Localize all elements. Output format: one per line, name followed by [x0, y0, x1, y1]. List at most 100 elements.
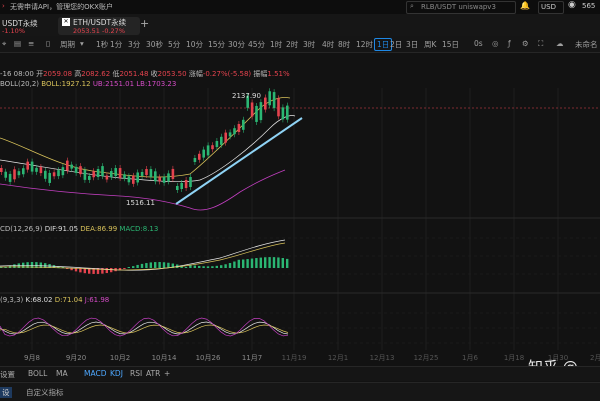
interval-3[interactable]: 30秒 [146, 39, 163, 50]
info-bar: -16 08:00 开2059.08 高2082.62 低2051.48 收20… [0, 53, 600, 79]
tab-change: -0.27% [102, 27, 125, 35]
macd-bar [132, 266, 135, 268]
indicator-item-5[interactable]: RSI [130, 369, 142, 378]
macd-bar [206, 266, 210, 268]
interval-8[interactable]: 45分 [248, 39, 265, 50]
candle-body [96, 169, 100, 178]
camera-icon[interactable]: ◎ [492, 39, 499, 48]
cloud-icon[interactable]: ☁ [556, 39, 564, 48]
candle-body [250, 102, 254, 117]
kdj-name: (9,3,3) [0, 296, 24, 304]
indicator-item-3[interactable]: MACD [84, 369, 106, 378]
interval-0[interactable]: 1秒 [96, 39, 108, 50]
candle-body [259, 102, 263, 121]
candle-body [162, 176, 166, 183]
x-axis-label: 2月1 [590, 354, 600, 362]
settings-icon[interactable]: ⚙ [522, 39, 529, 48]
fullscreen-icon[interactable]: ⛶ [538, 39, 543, 49]
tab-usdt-perp[interactable]: USDT永续 -1.10% [0, 17, 64, 35]
layout-name[interactable]: 未命名 [575, 39, 598, 50]
search-input[interactable]: RLB/USDT uniswapv3 [421, 3, 496, 11]
x-axis-label: 12月13 [369, 354, 395, 362]
currency-value: USD [541, 3, 556, 11]
candle-body [215, 141, 219, 147]
macd-bar [281, 258, 284, 268]
draw-cursor-icon[interactable]: ⌖ [2, 39, 6, 49]
close-value: 2053.50 [157, 70, 187, 78]
macd-bar [202, 266, 205, 268]
macd-bar [246, 259, 249, 268]
macd-bar [211, 266, 214, 268]
macd-bar [193, 265, 196, 268]
kdj-j-line [0, 317, 289, 337]
candle-body [48, 172, 51, 183]
add-tab-button[interactable]: + [140, 17, 149, 30]
interval-13[interactable]: 8时 [338, 39, 350, 50]
indicator-item-0[interactable]: 设置 [0, 369, 15, 380]
user-icon[interactable]: ◉ [568, 0, 576, 10]
interval-14[interactable]: 12时 [356, 39, 373, 50]
kdj-legend[interactable]: (9,3,3) K:68.02 D:71.04 J:61.98 [0, 296, 109, 304]
interval-2[interactable]: 3分 [128, 39, 140, 50]
macd-bar [140, 263, 144, 268]
candles [0, 88, 289, 193]
candle-type-icon[interactable]: ▯ [46, 39, 50, 48]
candle-body [158, 177, 161, 182]
x-axis-label: 10月2 [109, 354, 131, 362]
macd-bar [277, 257, 280, 268]
interval-16[interactable]: 2日 [390, 39, 402, 50]
interval-7[interactable]: 30分 [228, 39, 245, 50]
macd-dea: DEA:86.99 [80, 225, 118, 233]
x-axis-label: 9月20 [65, 354, 87, 362]
macd-bar [145, 263, 148, 268]
candle-body [167, 173, 170, 182]
interval-17[interactable]: 3日 [406, 39, 418, 50]
ohlc-line: -16 08:00 开2059.08 高2082.62 低2051.48 收20… [0, 69, 290, 79]
layout-icon[interactable]: ▤ [14, 39, 21, 48]
notice-icon: › [2, 2, 5, 10]
currency-select[interactable]: USD [538, 1, 564, 14]
x-axis-label: 1月6 [462, 354, 478, 362]
candle-body [149, 169, 153, 178]
top-bar: › 无需申请API，管理您的OKX账户 ⌕ RLB/USDT uniswapv3… [0, 0, 600, 14]
interval-5[interactable]: 10分 [186, 39, 203, 50]
candle-body [52, 172, 56, 177]
candle-body [140, 171, 144, 176]
search-box[interactable]: ⌕ RLB/USDT uniswapv3 [406, 1, 516, 14]
interval-19[interactable]: 15日 [442, 39, 459, 50]
menu-icon[interactable]: ≡ [28, 39, 34, 48]
tab-eth-usdt-perp[interactable]: ✕ ETH/USDT永续 2053.51 -0.27% [58, 17, 140, 35]
indicator-item-2[interactable]: MA [56, 369, 68, 378]
top-notice[interactable]: 无需申请API，管理您的OKX账户 [10, 2, 113, 12]
indicator-item-6[interactable]: ATR [146, 369, 160, 378]
boll-legend[interactable]: BOLL(20,2) BOLL:1927.12 UB:2151.01 LB:17… [0, 80, 176, 88]
dropdown-icon[interactable]: ▾ [80, 39, 84, 48]
candle-body [30, 161, 34, 172]
interval-11[interactable]: 3时 [303, 39, 315, 50]
macd-name: CD(12,26,9) [0, 225, 43, 233]
bottom-tab-settings[interactable]: 设 [0, 387, 12, 398]
interval-12[interactable]: 4时 [322, 39, 334, 50]
indicator-item-4[interactable]: KDJ [110, 369, 123, 378]
candle-body [189, 177, 192, 187]
interval-6[interactable]: 15分 [208, 39, 225, 50]
macd-bar [259, 257, 262, 268]
interval-4[interactable]: 5分 [168, 39, 180, 50]
macd-pane [0, 239, 289, 274]
candle-body [105, 175, 109, 180]
macd-bar [127, 267, 130, 268]
interval-1[interactable]: 1分 [110, 39, 122, 50]
macd-legend[interactable]: CD(12,26,9) DIF:91.05 DEA:86.99 MACD:8.1… [0, 225, 158, 233]
x-axis-label: 12月1 [327, 354, 349, 362]
interval-9[interactable]: 1时 [270, 39, 282, 50]
macd-bar [286, 258, 289, 268]
period-button[interactable]: 周期 [60, 39, 75, 50]
candle-body [35, 167, 38, 172]
bell-icon[interactable]: 🔔 [520, 1, 530, 10]
custom-indicator-link[interactable]: 自定义指标 [26, 387, 64, 398]
indicator-item-1[interactable]: BOLL [28, 369, 47, 378]
indicator-item-7[interactable]: + [164, 369, 170, 378]
indicator-icon[interactable]: ƒ [508, 39, 511, 48]
interval-18[interactable]: 周K [424, 39, 436, 50]
interval-10[interactable]: 2时 [286, 39, 298, 50]
